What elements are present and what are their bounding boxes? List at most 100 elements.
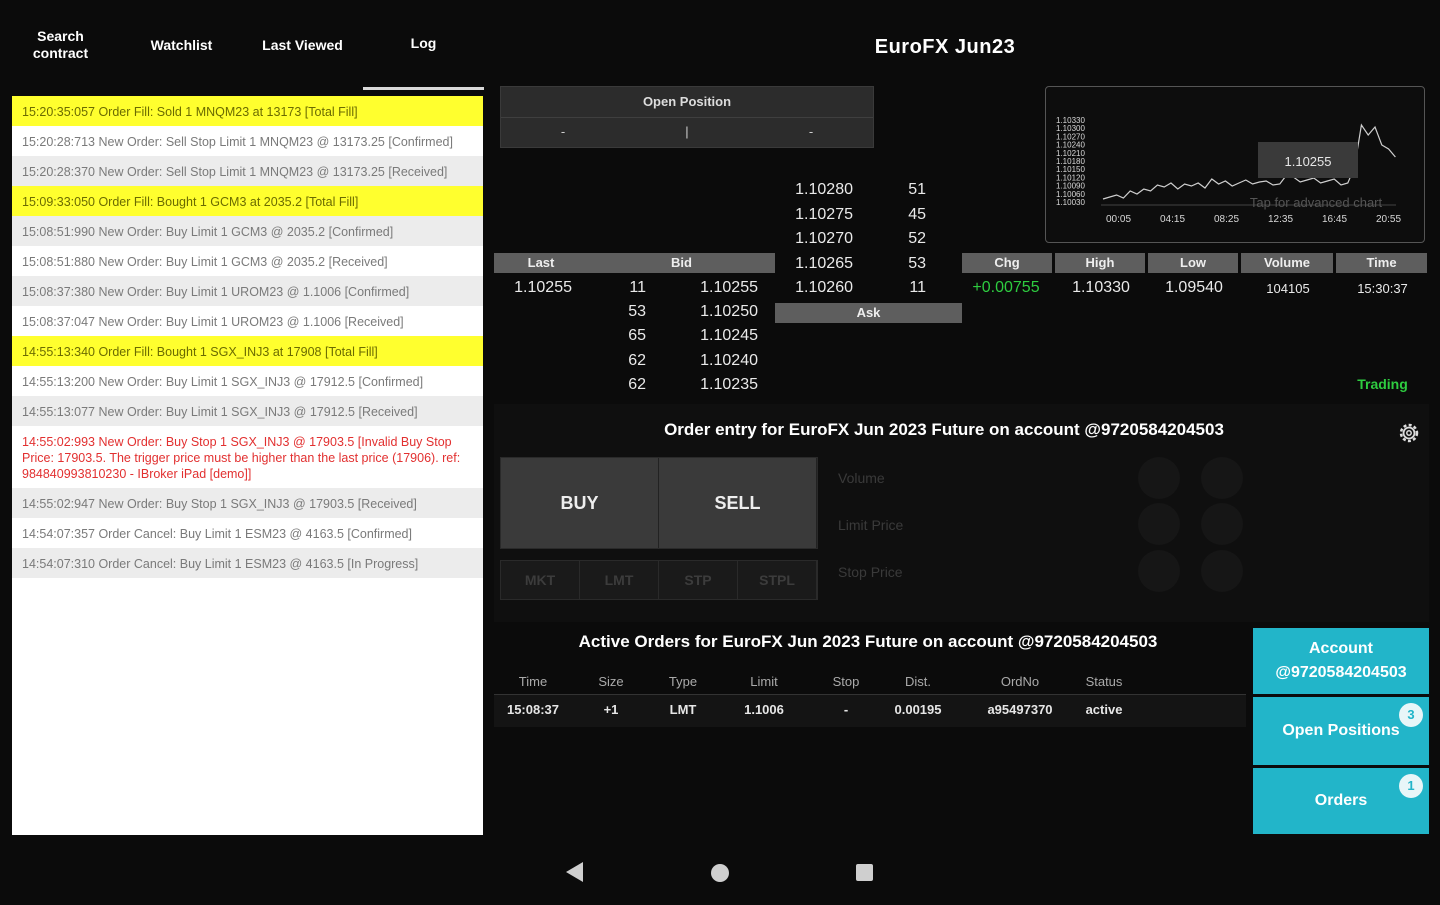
log-entry[interactable]: 15:08:37:047 New Order: Buy Limit 1 UROM… bbox=[12, 306, 483, 336]
stats-header-volume: Volume bbox=[1241, 253, 1333, 273]
ask-header: Ask bbox=[775, 303, 962, 323]
buy-sell-group: BUY SELL bbox=[500, 457, 818, 549]
x-tick-label: 20:55 bbox=[1376, 214, 1401, 225]
stop-increase-button[interactable] bbox=[1201, 550, 1243, 592]
bid-size: 65 bbox=[628, 327, 646, 345]
y-tick-label: 1.10030 bbox=[1056, 198, 1085, 207]
back-icon[interactable] bbox=[566, 862, 583, 882]
tab-last-viewed[interactable]: Last Viewed bbox=[242, 0, 363, 90]
bid-size: 11 bbox=[629, 279, 646, 296]
trading-status: Trading bbox=[1357, 376, 1408, 392]
open-positions-button[interactable]: Open Positions 3 bbox=[1253, 697, 1429, 765]
volume-value: 104105 bbox=[1266, 281, 1310, 296]
buy-button[interactable]: BUY bbox=[501, 458, 659, 548]
log-list[interactable]: 15:20:35:057 Order Fill: Sold 1 MNQM23 a… bbox=[12, 96, 483, 835]
open-position-value-right: - bbox=[808, 124, 814, 139]
log-entry[interactable]: 14:55:02:947 New Order: Buy Stop 1 SGX_I… bbox=[12, 488, 483, 518]
order-type-group: MKT LMT STP STPL bbox=[500, 560, 818, 600]
home-icon[interactable] bbox=[711, 864, 729, 882]
ask-price[interactable]: 1.10265 bbox=[775, 255, 853, 273]
volume-label: Volume bbox=[838, 470, 885, 486]
open-position-label: Open Position bbox=[501, 87, 873, 118]
tab-watchlist[interactable]: Watchlist bbox=[121, 0, 242, 90]
stop-price-label: Stop Price bbox=[838, 564, 903, 580]
orders-count-badge: 1 bbox=[1399, 774, 1423, 798]
log-entry[interactable]: 14:55:13:200 New Order: Buy Limit 1 SGX_… bbox=[12, 366, 483, 396]
x-tick-label: 08:25 bbox=[1214, 214, 1239, 225]
active-orders-title: Active Orders for EuroFX Jun 2023 Future… bbox=[578, 632, 1158, 651]
x-tick-label: 16:45 bbox=[1322, 214, 1347, 225]
stats-header-chg: Chg bbox=[962, 253, 1052, 273]
ask-price[interactable]: 1.10260 bbox=[775, 279, 853, 297]
active-order-cell: active bbox=[1085, 702, 1123, 717]
log-entry[interactable]: 14:54:07:310 Order Cancel: Buy Limit 1 E… bbox=[12, 548, 483, 578]
open-position-panel: Open Position - | - bbox=[500, 86, 874, 148]
ask-price[interactable]: 1.10270 bbox=[775, 230, 853, 248]
orders-label: Orders bbox=[1314, 792, 1368, 809]
open-position-value-left: - bbox=[560, 124, 566, 139]
volume-decrease-button[interactable] bbox=[1138, 457, 1180, 499]
order-type-lmt[interactable]: LMT bbox=[580, 561, 659, 599]
log-entry[interactable]: 15:08:51:880 New Order: Buy Limit 1 GCM3… bbox=[12, 246, 483, 276]
bid-size: 62 bbox=[628, 351, 646, 369]
active-orders-header: Dist. bbox=[905, 674, 931, 689]
bid-price[interactable]: 1.10235 bbox=[680, 376, 758, 394]
log-entry[interactable]: 15:20:35:057 Order Fill: Sold 1 MNQM23 a… bbox=[12, 96, 483, 126]
ask-size: 51 bbox=[908, 181, 926, 198]
log-entry[interactable]: 15:20:28:713 New Order: Sell Stop Limit … bbox=[12, 126, 483, 156]
x-tick-label: 12:35 bbox=[1268, 214, 1293, 225]
order-entry-title: Order entry for EuroFX Jun 2023 Future o… bbox=[664, 420, 1224, 439]
bid-size: 53 bbox=[628, 303, 646, 321]
ask-price[interactable]: 1.10275 bbox=[775, 206, 853, 224]
log-entry[interactable]: 15:08:37:380 New Order: Buy Limit 1 UROM… bbox=[12, 276, 483, 306]
time-value: 15:30:37 bbox=[1357, 281, 1408, 296]
bid-price[interactable]: 1.10240 bbox=[680, 352, 758, 370]
low-value: 1.09540 bbox=[1165, 279, 1223, 296]
limit-decrease-button[interactable] bbox=[1138, 503, 1180, 545]
system-nav-bar bbox=[0, 845, 1440, 900]
bid-price[interactable]: 1.10255 bbox=[680, 279, 758, 297]
mini-chart-svg: 1.103301.103001.102701.102401.102101.101… bbox=[1056, 116, 1401, 225]
mini-chart[interactable]: 1.10330 1.10300 1.10270 1.10240 1.10210 1.101… bbox=[1045, 86, 1425, 243]
limit-price-label: Limit Price bbox=[838, 517, 904, 533]
active-orders-header: Status bbox=[1085, 674, 1123, 689]
account-button[interactable]: Account @9720584204503 bbox=[1253, 628, 1429, 694]
log-entry[interactable]: 14:55:13:340 Order Fill: Bought 1 SGX_IN… bbox=[12, 336, 483, 366]
price-label: 1.10255 bbox=[1285, 154, 1332, 169]
stats-header-high: High bbox=[1055, 253, 1145, 273]
x-tick-label: 00:05 bbox=[1106, 214, 1131, 225]
bid-header: Bid bbox=[588, 253, 775, 273]
recents-icon[interactable] bbox=[856, 864, 873, 881]
log-entry[interactable]: 15:09:33:050 Order Fill: Bought 1 GCM3 a… bbox=[12, 186, 483, 216]
orders-button[interactable]: Orders 1 bbox=[1253, 768, 1429, 834]
ask-size: 52 bbox=[908, 230, 926, 247]
volume-increase-button[interactable] bbox=[1201, 457, 1243, 499]
limit-increase-button[interactable] bbox=[1201, 503, 1243, 545]
log-entry[interactable]: 14:55:13:077 New Order: Buy Limit 1 SGX_… bbox=[12, 396, 483, 426]
order-type-stp[interactable]: STP bbox=[659, 561, 738, 599]
bid-price[interactable]: 1.10250 bbox=[680, 303, 758, 321]
bid-size: 62 bbox=[628, 375, 646, 393]
bid-price[interactable]: 1.10245 bbox=[680, 327, 758, 345]
open-position-value-mid: | bbox=[685, 124, 689, 139]
log-entry[interactable]: 14:55:02:993 New Order: Buy Stop 1 SGX_I… bbox=[12, 426, 483, 488]
ask-size: 53 bbox=[908, 254, 926, 272]
stats-header-time: Time bbox=[1336, 253, 1427, 273]
stop-decrease-button[interactable] bbox=[1138, 550, 1180, 592]
page-title: EuroFX Jun23 bbox=[874, 36, 1016, 58]
log-entry[interactable]: 15:08:51:990 New Order: Buy Limit 1 GCM3… bbox=[12, 216, 483, 246]
instrument-tabs: Search contract Watchlist Last Viewed Lo… bbox=[0, 0, 484, 90]
tab-log[interactable]: Log bbox=[363, 0, 484, 90]
sell-button[interactable]: SELL bbox=[659, 458, 817, 548]
log-entry[interactable]: 15:20:28:370 New Order: Sell Stop Limit … bbox=[12, 156, 483, 186]
order-type-stpl[interactable]: STPL bbox=[738, 561, 817, 599]
change-value: +0.00755 bbox=[972, 279, 1040, 296]
last-price: 1.10255 bbox=[514, 279, 572, 296]
open-positions-label: Open Positions bbox=[1282, 722, 1400, 739]
log-entry[interactable]: 14:54:07:357 Order Cancel: Buy Limit 1 E… bbox=[12, 518, 483, 548]
open-positions-count-badge: 3 bbox=[1399, 703, 1423, 727]
gear-icon[interactable] bbox=[1396, 420, 1422, 446]
order-type-mkt[interactable]: MKT bbox=[501, 561, 580, 599]
tab-search-contract[interactable]: Search contract bbox=[0, 0, 121, 90]
ask-price[interactable]: 1.10280 bbox=[775, 181, 853, 199]
